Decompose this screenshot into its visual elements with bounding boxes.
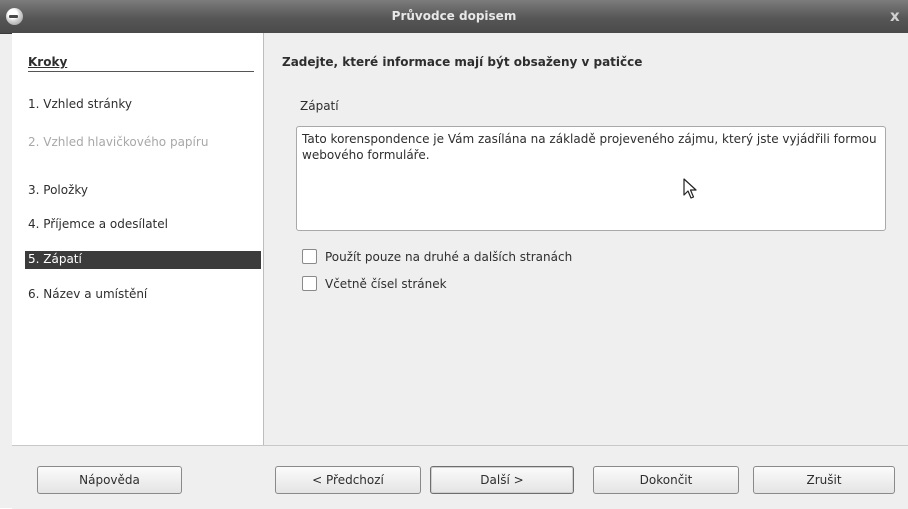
second-pages-label: Použít pouze na druhé a dalších stranách [325, 249, 573, 264]
page-numbers-option[interactable]: Včetně čísel stránek [302, 276, 447, 291]
close-icon[interactable]: x [890, 7, 906, 25]
finish-button[interactable]: Dokončit [593, 466, 739, 494]
step-footer[interactable]: 5. Zápatí [25, 251, 261, 269]
mouse-pointer-icon [683, 178, 697, 199]
cancel-button[interactable]: Zrušit [753, 466, 895, 494]
page-title: Zadejte, které informace mají být obsaže… [282, 55, 643, 69]
step-items[interactable]: 3. Položky [28, 182, 88, 199]
steps-divider [28, 71, 254, 72]
step-page-design[interactable]: 1. Vzhled stránky [28, 96, 132, 113]
page-numbers-checkbox[interactable] [302, 276, 317, 291]
footer-label: Zápatí [300, 99, 339, 113]
steps-heading: Kroky [28, 55, 68, 69]
step-letterhead-layout: 2. Vzhled hlavičkového papíru [28, 135, 209, 149]
button-bar: Nápověda < Předchozí Další > Dokončit Zr… [12, 445, 908, 509]
step-recipient-sender[interactable]: 4. Příjemce a odesílatel [28, 216, 168, 233]
page-numbers-label: Včetně čísel stránek [325, 276, 447, 291]
next-button[interactable]: Další > [430, 466, 574, 494]
window-title: Průvodce dopisem [391, 9, 517, 23]
second-pages-checkbox[interactable] [302, 249, 317, 264]
letter-wizard-window: Průvodce dopisem x Kroky 1. Vzhled strán… [0, 0, 908, 509]
content-panel: Zadejte, které informace mají být obsaže… [264, 33, 908, 445]
help-button[interactable]: Nápověda [37, 466, 182, 494]
footer-textarea[interactable]: Tato korenspondence je Vám zasílána na z… [296, 126, 886, 231]
title-bar[interactable]: Průvodce dopisem x [0, 0, 908, 34]
back-button[interactable]: < Předchozí [275, 466, 421, 494]
steps-panel: Kroky 1. Vzhled stránky 2. Vzhled hlavič… [12, 33, 264, 445]
second-pages-option[interactable]: Použít pouze na druhé a dalších stranách [302, 249, 572, 264]
step-name-location[interactable]: 6. Název a umístění [28, 286, 147, 303]
